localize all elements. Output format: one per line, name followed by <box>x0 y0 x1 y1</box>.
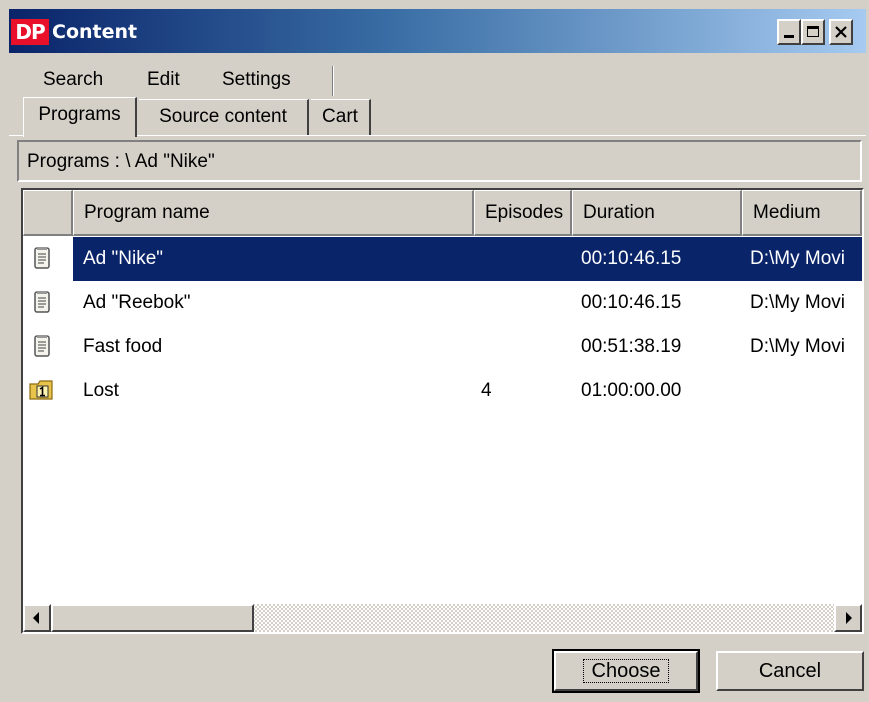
program-icon <box>34 335 50 357</box>
table-row[interactable]: Fast food 00:51:38.19 D:\My Movi <box>23 325 862 369</box>
program-icon <box>34 291 50 313</box>
episodes-cell <box>481 281 571 325</box>
duration-cell: 01:00:00.00 <box>581 380 682 401</box>
column-header-duration[interactable]: Duration <box>572 190 742 236</box>
app-logo: DP <box>11 19 49 45</box>
arrow-left-icon <box>33 612 39 624</box>
tab-programs[interactable]: Programs <box>23 97 137 137</box>
program-name-cell: Fast food <box>83 336 163 357</box>
minimize-icon <box>784 35 794 38</box>
program-icon <box>34 247 50 269</box>
cancel-button[interactable]: Cancel <box>716 651 864 691</box>
menu-edit[interactable]: Edit <box>147 67 180 93</box>
menu-settings[interactable]: Settings <box>222 67 291 93</box>
program-name-cell: Ad "Reebok" <box>83 292 191 313</box>
menu-search[interactable]: Search <box>43 67 103 93</box>
choose-button[interactable]: Choose <box>552 649 700 693</box>
program-name-cell: Ad "Nike" <box>83 248 164 269</box>
horizontal-scrollbar[interactable] <box>23 604 862 632</box>
maximize-button[interactable] <box>801 19 825 45</box>
choose-button-label: Choose <box>582 659 670 683</box>
duration-cell: 00:10:46.15 <box>581 248 682 269</box>
scroll-thumb[interactable] <box>51 604 254 632</box>
episodes-cell <box>481 325 571 369</box>
column-header-program-name[interactable]: Program name <box>73 190 474 236</box>
column-header-episodes[interactable]: Episodes <box>474 190 572 236</box>
content-window: DP Content Search Edit Settings Programs… <box>0 0 869 702</box>
minimize-button[interactable] <box>777 19 801 45</box>
episodes-cell <box>481 237 571 281</box>
tab-source-content[interactable]: Source content <box>139 99 309 135</box>
duration-cell: 00:51:38.19 <box>581 336 682 357</box>
table-row[interactable]: Ad "Nike" 00:10:46.15 D:\My Movi <box>23 237 862 281</box>
program-name-cell: Lost <box>83 380 119 401</box>
table-row[interactable]: Ad "Reebok" 00:10:46.15 D:\My Movi <box>23 281 862 325</box>
scroll-right-button[interactable] <box>834 604 862 632</box>
medium-cell <box>750 369 862 413</box>
close-button[interactable] <box>829 19 853 45</box>
medium-cell: D:\My Movi <box>750 292 845 313</box>
medium-cell: D:\My Movi <box>750 336 845 357</box>
programs-list[interactable]: Program name Episodes Duration Medium Ad… <box>21 188 864 634</box>
medium-cell: D:\My Movi <box>750 248 845 269</box>
menu-bar: Search Edit Settings <box>9 63 866 99</box>
arrow-right-icon <box>846 612 852 624</box>
column-header-icon[interactable] <box>23 190 73 236</box>
title-bar[interactable]: DP Content <box>9 9 866 53</box>
duration-cell: 00:10:46.15 <box>581 292 682 313</box>
maximize-icon <box>807 26 819 37</box>
scroll-left-button[interactable] <box>23 604 51 632</box>
window-title: Content <box>52 21 138 43</box>
table-row[interactable]: Lost 4 01:00:00.00 <box>23 369 862 413</box>
episodes-cell: 4 <box>481 380 492 401</box>
column-header-medium[interactable]: Medium <box>742 190 862 236</box>
series-folder-icon <box>29 380 53 400</box>
close-icon <box>835 26 847 38</box>
cancel-button-label: Cancel <box>758 660 822 682</box>
tab-cart[interactable]: Cart <box>311 99 371 135</box>
path-breadcrumb: Programs : \ Ad "Nike" <box>17 140 862 182</box>
menu-separator <box>332 66 334 96</box>
